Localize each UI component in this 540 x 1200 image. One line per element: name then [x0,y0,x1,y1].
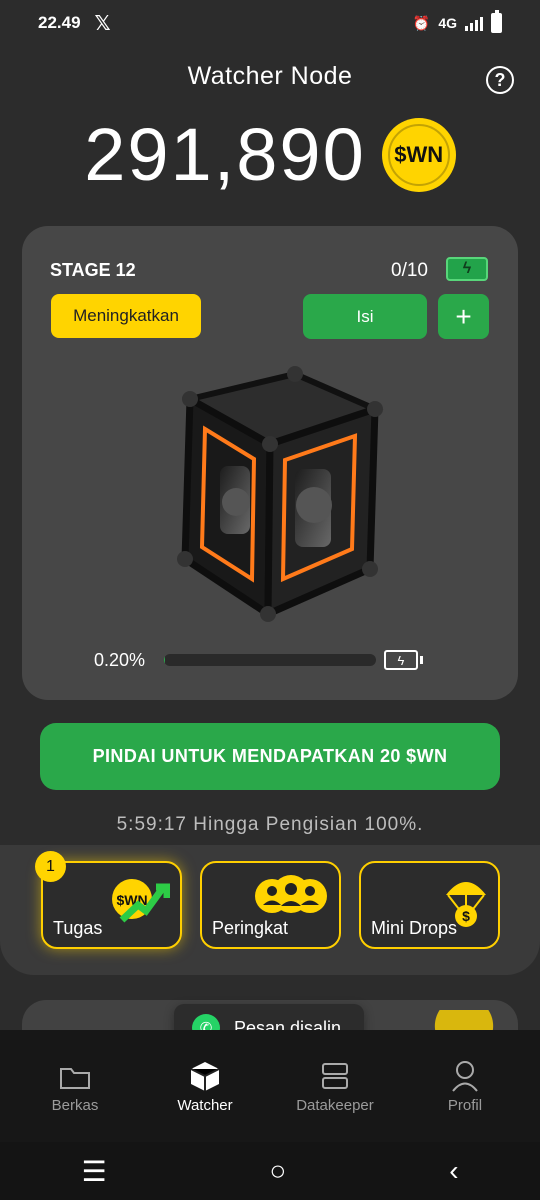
watcher-node-image [177,366,384,622]
nav-watcher[interactable]: Watcher [145,1059,265,1114]
nav-profile-label: Profil [447,1096,483,1114]
cube-icon [145,1059,265,1093]
back-icon[interactable]: ‹ [449,1155,458,1187]
nav-watcher-label: Watcher [177,1096,233,1114]
nav-datakeeper-label: Datakeeper [296,1096,374,1114]
mini-drops-label: Mini Drops [371,918,458,938]
stage-card: STAGE 12 0/10 ϟ Meningkatkan Isi + 0.20%… [22,226,518,700]
nav-profile[interactable]: Profil [405,1059,525,1114]
refill-button[interactable]: Isi [303,294,427,339]
upgrade-button[interactable]: Meningkatkan [51,294,201,338]
nav-datakeeper[interactable]: Datakeeper [275,1059,395,1114]
alarm-icon: ⏰ [412,14,431,31]
nav-files-label: Berkas [51,1096,99,1114]
nav-files[interactable]: Berkas [15,1059,135,1114]
svg-text:$: $ [462,908,470,924]
bottom-nav: Berkas Watcher Datakeeper Profil [0,1030,540,1142]
progress-label: 0.20% [94,650,146,670]
progress-bar [164,654,376,666]
ranking-button[interactable]: Peringkat [200,861,341,949]
status-bar: 22.49 𝕏 ⏰ 4G [0,0,540,46]
system-navigation: ☰ ○ ‹ [0,1142,540,1200]
x-app-icon: 𝕏 [94,12,111,35]
countdown-text: 5:59:17 Hingga Pengisian 100%. [116,814,424,835]
balance-row: 291,890 $WN [0,118,540,192]
status-time: 22.49 [38,13,81,32]
energy-battery-icon: ϟ [446,257,488,281]
page-title: Watcher Node [187,62,353,90]
person-icon [405,1059,525,1093]
scan-button[interactable]: PINDAI UNTUK MENDAPATKAN 20 $WN [40,723,500,790]
help-button[interactable]: ? [486,66,514,94]
tasks-button[interactable]: 1 $WN Tugas [35,851,182,949]
question-icon: ? [494,69,506,90]
add-button[interactable]: + [438,294,489,339]
tasks-label: Tugas [53,918,103,938]
network-label: 4G [438,15,457,31]
people-icon [253,875,329,922]
wn-coin-icon: $WN [381,118,456,192]
coin-growth-icon: $WN [108,875,171,932]
balance-value: 291,890 [84,113,366,196]
ranking-label: Peringkat [212,918,289,938]
tasks-badge: 1 [35,851,66,882]
charge-icon: ϟ [384,650,423,670]
server-icon [275,1059,395,1093]
folder-icon [15,1059,135,1093]
mini-drops-button[interactable]: $ Mini Drops [359,861,500,949]
battery-icon [491,10,502,33]
stage-label: STAGE 12 [50,260,136,280]
home-icon[interactable]: ○ [269,1155,286,1187]
stage-count: 0/10 [391,260,428,281]
recent-apps-icon[interactable]: ☰ [81,1155,106,1188]
signal-icon [465,15,483,31]
